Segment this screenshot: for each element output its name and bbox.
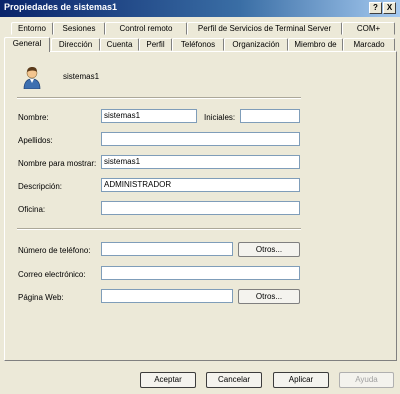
tab-general[interactable]: General <box>4 37 50 52</box>
tab-perfil[interactable]: Perfil <box>139 38 172 51</box>
ok-button[interactable]: Aceptar <box>140 372 196 388</box>
apellidos-label: Apellidos: <box>18 136 53 145</box>
correo-field[interactable] <box>101 266 300 280</box>
general-tab-panel: sistemas1 Nombre: sistemas1 Iniciales: A… <box>4 51 397 361</box>
close-button[interactable]: X <box>383 2 396 14</box>
descripcion-field[interactable]: ADMINISTRADOR <box>101 178 300 192</box>
iniciales-field[interactable] <box>240 109 300 123</box>
descripcion-label: Descripción: <box>18 182 63 191</box>
tab-organizacion[interactable]: Organización <box>224 38 288 51</box>
properties-dialog: Propiedades de sistemas1 ? X Entorno Ses… <box>0 0 400 394</box>
separator <box>17 228 301 230</box>
pagina-web-otros-button[interactable]: Otros... <box>238 289 300 304</box>
title-bar[interactable]: Propiedades de sistemas1 ? X <box>0 0 400 17</box>
telefono-label: Número de teléfono: <box>18 246 91 255</box>
window-title: Propiedades de sistemas1 <box>4 2 118 12</box>
tab-telefonos[interactable]: Teléfonos <box>172 38 224 51</box>
user-icon <box>23 67 41 89</box>
tab-sesiones[interactable]: Sesiones <box>53 22 105 35</box>
tab-com[interactable]: COM+ <box>342 22 395 35</box>
help-title-button[interactable]: ? <box>369 2 382 14</box>
tab-miembro-de[interactable]: Miembro de <box>288 38 343 51</box>
tab-control-remoto[interactable]: Control remoto <box>105 22 187 35</box>
help-button[interactable]: Ayuda <box>339 372 394 388</box>
tab-perfil-terminal-server[interactable]: Perfil de Servicios de Terminal Server <box>187 22 342 35</box>
nombre-mostrar-field[interactable]: sistemas1 <box>101 155 300 169</box>
tab-cuenta[interactable]: Cuenta <box>100 38 139 51</box>
iniciales-label: Iniciales: <box>204 113 236 122</box>
pagina-web-field[interactable] <box>101 289 233 303</box>
cancel-button[interactable]: Cancelar <box>206 372 262 388</box>
nombre-mostrar-label: Nombre para mostrar: <box>18 159 97 168</box>
account-name: sistemas1 <box>63 72 100 81</box>
separator <box>17 97 301 99</box>
telefono-otros-button[interactable]: Otros... <box>238 242 300 257</box>
oficina-label: Oficina: <box>18 205 46 214</box>
correo-label: Correo electrónico: <box>18 270 86 279</box>
oficina-field[interactable] <box>101 201 300 215</box>
pagina-web-label: Página Web: <box>18 293 64 302</box>
apply-button[interactable]: Aplicar <box>273 372 329 388</box>
telefono-field[interactable] <box>101 242 233 256</box>
nombre-label: Nombre: <box>18 113 49 122</box>
apellidos-field[interactable] <box>101 132 300 146</box>
tab-entorno[interactable]: Entorno <box>11 22 53 35</box>
nombre-field[interactable]: sistemas1 <box>101 109 197 123</box>
tab-marcado[interactable]: Marcado <box>343 38 395 51</box>
tab-direccion[interactable]: Dirección <box>51 38 100 51</box>
